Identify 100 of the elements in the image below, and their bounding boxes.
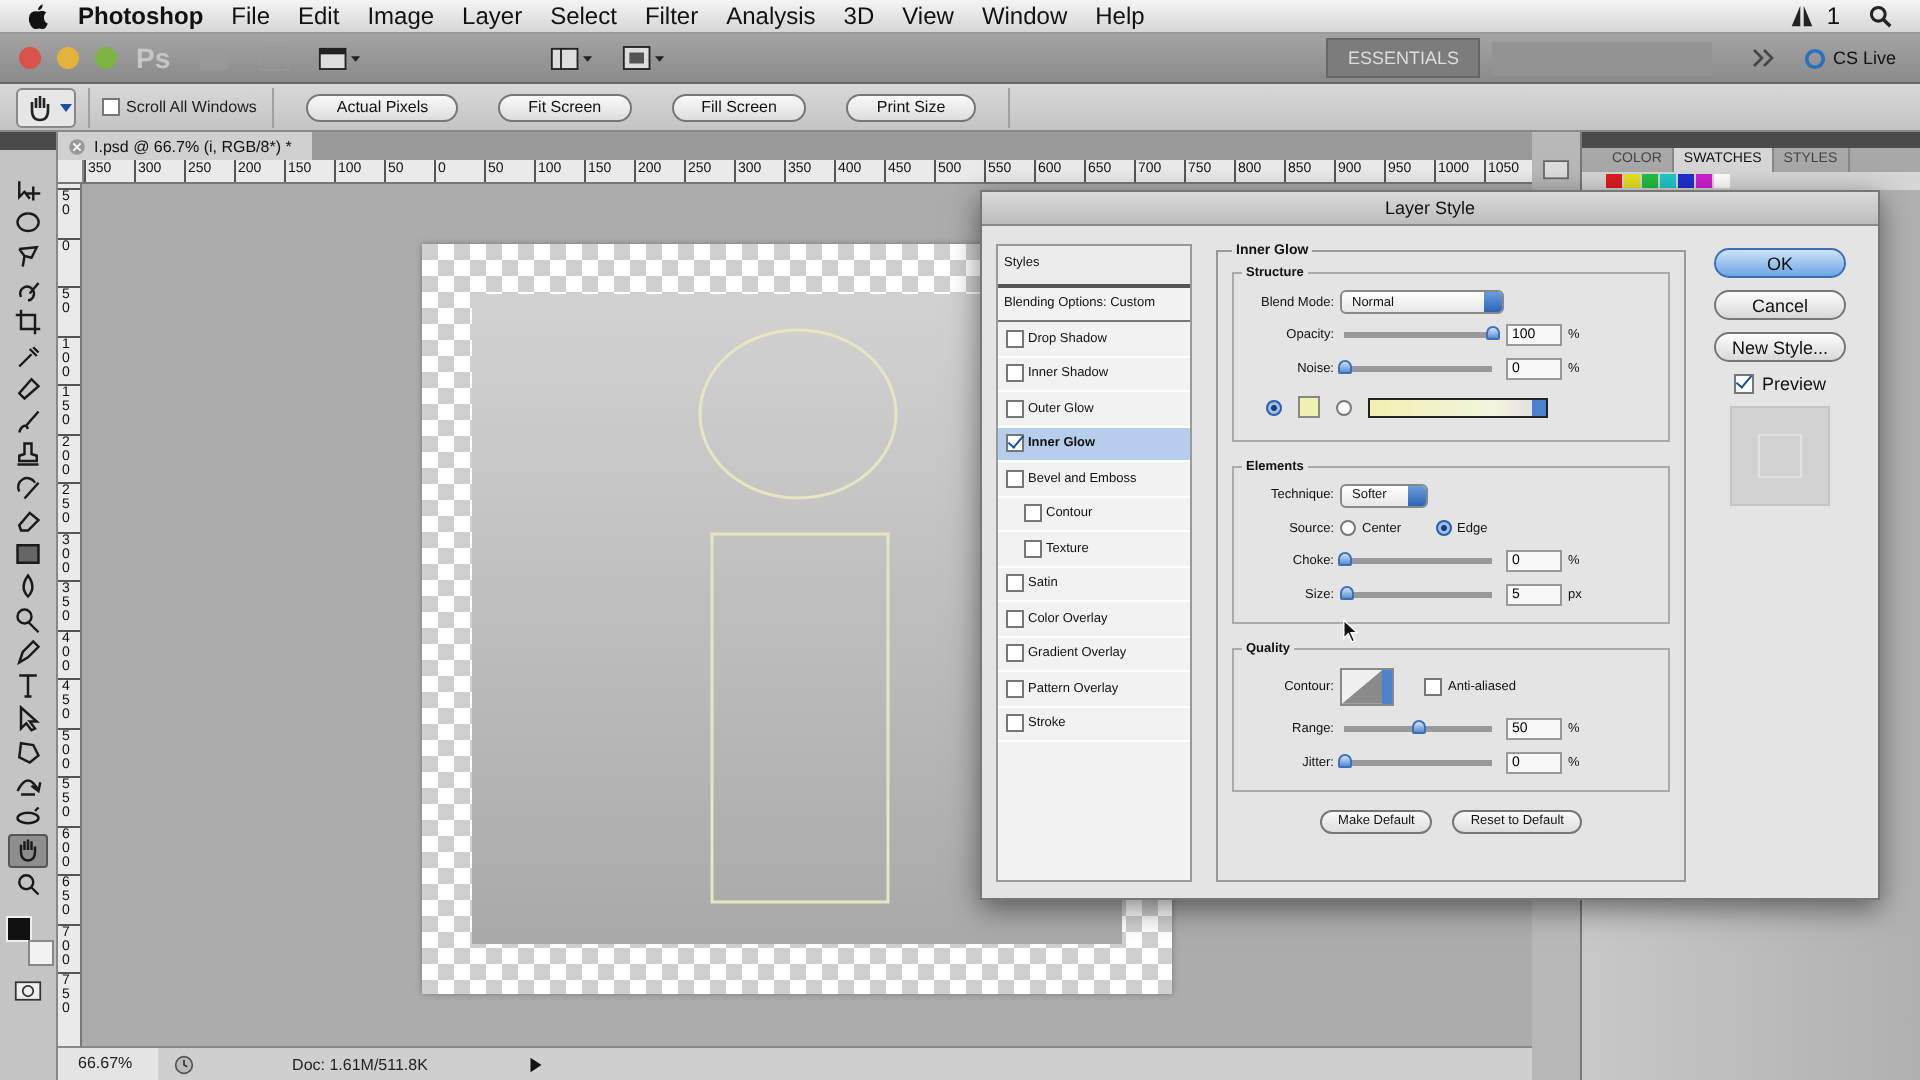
search-icon[interactable] [1868, 4, 1892, 28]
slider-thumb[interactable] [1338, 552, 1352, 567]
pen-icon [14, 638, 42, 667]
toolbar-grip-bar[interactable] [0, 132, 56, 150]
checkbox-label: Scroll All Windows [126, 98, 257, 116]
view-extras-icon[interactable] [318, 44, 363, 72]
quick-mask-icon[interactable] [14, 980, 42, 1002]
arrange-documents-icon[interactable] [550, 44, 595, 72]
gradient-picker[interactable] [1368, 397, 1548, 417]
menu-item[interactable]: File [231, 2, 270, 30]
slider-thumb[interactable] [1338, 359, 1352, 374]
menu-item[interactable]: 3D [843, 2, 875, 30]
slider-thumb[interactable] [1338, 753, 1352, 768]
crop-icon [14, 308, 42, 337]
close-icon[interactable] [68, 137, 86, 155]
menu-item[interactable]: Analysis [726, 2, 816, 30]
adobe-icon[interactable] [1790, 4, 1815, 28]
checkbox[interactable] [1006, 679, 1024, 698]
cs-live-icon [1804, 47, 1827, 69]
move-icon [14, 176, 42, 205]
background-color-swatch[interactable] [28, 940, 54, 966]
color-swatch[interactable] [1624, 174, 1640, 188]
checkbox[interactable] [1024, 504, 1042, 523]
zoom-icon [14, 869, 42, 898]
checkbox[interactable] [1006, 399, 1024, 418]
eraser-icon [14, 506, 42, 535]
tool-preset-picker[interactable] [16, 87, 76, 127]
checkbox[interactable] [1024, 539, 1042, 558]
eyedropper-icon [14, 341, 42, 370]
color-swatch[interactable] [1642, 174, 1658, 188]
menu-item[interactable]: Select [550, 2, 617, 30]
color-swatch[interactable] [1660, 174, 1676, 188]
checkbox[interactable] [1006, 469, 1024, 488]
app-menu[interactable]: Photoshop [78, 2, 204, 30]
screen-mode-icon[interactable] [622, 44, 667, 72]
glow-color-swatch[interactable] [1298, 396, 1320, 418]
history-brush-icon [14, 473, 42, 502]
checkbox[interactable] [102, 98, 120, 116]
checkbox[interactable] [1006, 434, 1024, 453]
mouse-cursor-icon [1342, 618, 1360, 644]
slider-thumb[interactable] [1486, 326, 1500, 341]
stepper-icon [1484, 292, 1502, 313]
view-button[interactable]: Fill Screen [671, 93, 807, 121]
view-button[interactable]: Actual Pixels [306, 93, 459, 121]
checkbox[interactable] [1006, 644, 1024, 663]
contour-curve-icon [1342, 670, 1382, 704]
status-count: 1 [1826, 2, 1840, 30]
checkbox[interactable] [1424, 678, 1442, 696]
dialog-button[interactable]: New Style... [1714, 332, 1846, 362]
clock-icon[interactable] [174, 1053, 194, 1075]
type-icon [14, 671, 42, 700]
document-tab[interactable]: I.psd @ 66.7% (i, RGB/8*) * [58, 132, 312, 160]
color-swatch[interactable] [1606, 174, 1622, 188]
checkbox[interactable] [1006, 329, 1024, 348]
marquee-icon [14, 209, 42, 238]
gradient-icon [14, 539, 42, 568]
menu-item[interactable]: Filter [644, 2, 699, 30]
foreground-color-swatch[interactable] [6, 916, 32, 942]
brush-icon [14, 407, 42, 436]
color-swatch[interactable] [1696, 174, 1712, 188]
style-preview-thumbnail [1730, 406, 1830, 506]
zoom-level[interactable]: 66.67% [58, 1048, 158, 1080]
hand-icon [14, 836, 42, 865]
menu-item[interactable]: Window [981, 2, 1068, 30]
apple-logo-icon[interactable] [28, 3, 50, 29]
shape-icon [14, 737, 42, 766]
view-button[interactable]: Fit Screen [498, 93, 632, 121]
menu-item[interactable]: View [902, 2, 954, 30]
menu-item[interactable]: Edit [298, 2, 340, 30]
arrow-pointer-icon [14, 704, 42, 733]
slider-thumb[interactable] [1412, 720, 1426, 735]
checkbox[interactable] [1006, 574, 1024, 593]
radio-button[interactable] [1336, 399, 1352, 415]
document-size: Doc: 1.61M/511.8K [290, 1055, 430, 1073]
play-icon[interactable] [526, 1053, 546, 1075]
checkbox[interactable] [1006, 609, 1024, 628]
radio-button[interactable] [1266, 399, 1282, 415]
dialog-button[interactable]: Cancel [1714, 290, 1846, 320]
slider-thumb[interactable] [1340, 585, 1355, 600]
radio-button[interactable] [1435, 520, 1452, 537]
dropdown-caret-icon [1382, 670, 1392, 704]
checkbox-label: Preview [1761, 374, 1826, 394]
tool-button[interactable] [8, 834, 48, 867]
lasso-icon [14, 242, 42, 271]
menu-item[interactable]: Layer [462, 2, 523, 30]
menu-item[interactable]: Image [367, 2, 435, 30]
color-swatch[interactable] [1678, 174, 1694, 188]
radio-button[interactable] [1340, 520, 1356, 537]
contour-picker[interactable] [1340, 668, 1394, 706]
dialog-button[interactable]: OK [1714, 248, 1846, 278]
stamp-icon [14, 440, 42, 469]
chevron-icon[interactable] [1752, 48, 1777, 68]
checkbox[interactable] [1733, 374, 1754, 394]
document-title: I.psd @ 66.7% (i, RGB/8*) * [94, 137, 292, 155]
color-swatch[interactable] [1714, 174, 1730, 188]
view-button[interactable]: Print Size [846, 93, 976, 121]
checkbox[interactable] [1006, 364, 1024, 383]
menu-item[interactable]: Help [1095, 2, 1145, 30]
checkbox[interactable] [1006, 714, 1024, 733]
cs-live-button[interactable]: CS Live [1796, 47, 1904, 69]
